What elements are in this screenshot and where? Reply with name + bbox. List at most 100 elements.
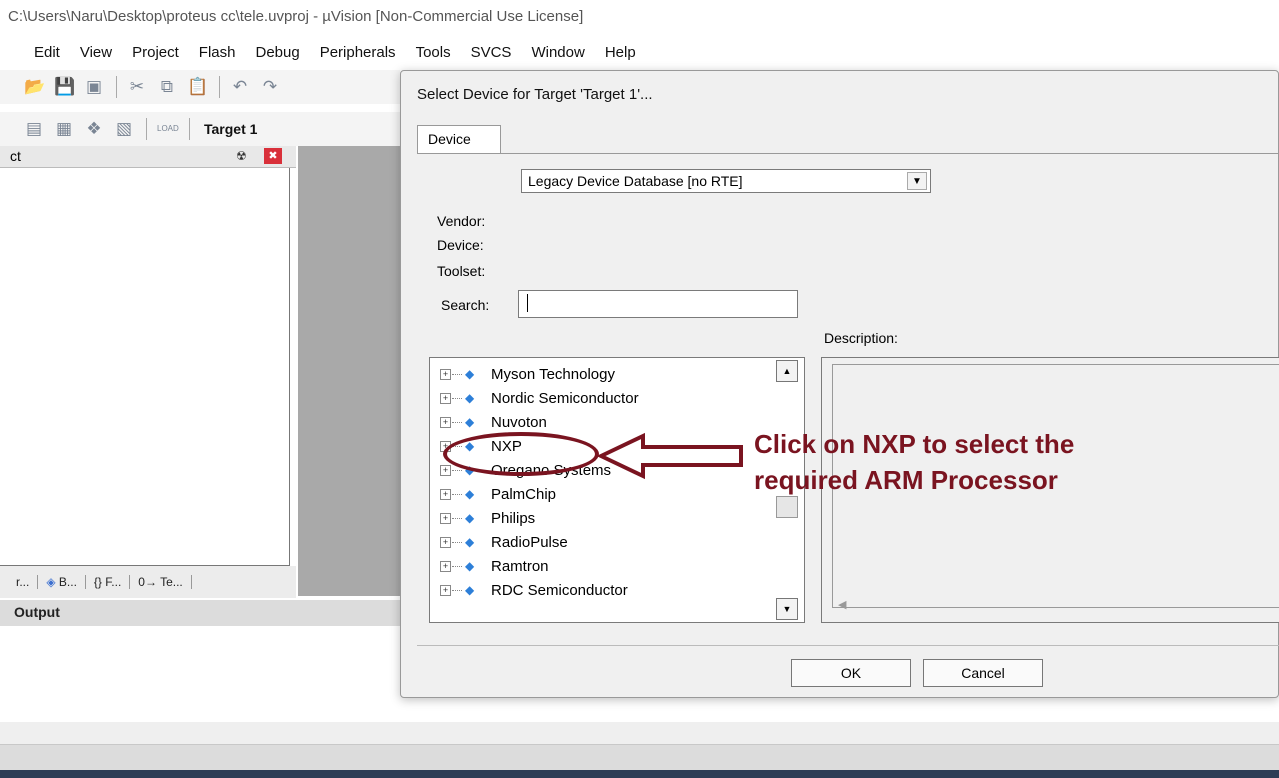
menu-svcs[interactable]: SVCS xyxy=(471,44,512,61)
menu-edit[interactable]: Edit xyxy=(34,44,60,61)
menu-help[interactable]: Help xyxy=(605,44,636,61)
vendor-label: RDC Semiconductor xyxy=(491,581,628,599)
tab-templates-label: Te... xyxy=(160,575,183,589)
annotation-line-1: Click on NXP to select the xyxy=(754,429,1075,459)
menu-project[interactable]: Project xyxy=(132,44,179,61)
project-pane-title: ct xyxy=(10,148,21,164)
vendor-tree[interactable]: + ◆ Myson Technology + ◆ Nordic Semiconducto… xyxy=(429,357,805,623)
project-pane-header: ct ☢ ✖ xyxy=(0,146,296,168)
chevron-down-icon[interactable]: ▼ xyxy=(907,172,927,190)
vendor-label: Nuvoton xyxy=(491,413,547,431)
button-separator xyxy=(417,645,1279,646)
chip-icon: ◆ xyxy=(465,559,475,573)
menu-flash[interactable]: Flash xyxy=(199,44,236,61)
tree-item-nuvoton[interactable]: + ◆ Nuvoton xyxy=(440,410,547,434)
tab-books-label: B... xyxy=(58,575,77,589)
expand-icon[interactable]: + xyxy=(440,464,451,476)
toolbar-separator xyxy=(116,76,117,98)
tree-item-radiopulse[interactable]: + ◆ RadioPulse xyxy=(440,530,568,554)
tree-item-rdc[interactable]: + ◆ RDC Semiconductor xyxy=(440,578,628,602)
chip-icon: ◆ xyxy=(465,487,475,501)
select-device-dialog: Select Device for Target 'Target 1'... D… xyxy=(400,70,1279,698)
close-icon[interactable]: ✖ xyxy=(264,148,282,164)
menu-tools[interactable]: Tools xyxy=(416,44,451,61)
toolset-label: Toolset: xyxy=(437,263,486,279)
load-icon[interactable]: LOAD xyxy=(157,119,179,139)
vendor-label: Vendor: xyxy=(437,213,486,229)
target-select[interactable]: Target 1 xyxy=(204,121,257,137)
chip-icon: ◆ xyxy=(465,583,475,597)
braces-icon: {} xyxy=(93,575,106,589)
save-icon[interactable]: 💾 xyxy=(54,77,75,97)
search-label: Search: xyxy=(441,297,490,313)
expand-icon[interactable]: + xyxy=(440,368,451,380)
search-input[interactable] xyxy=(518,290,798,318)
dialog-title: Select Device for Target 'Target 1'... xyxy=(417,86,653,103)
database-value: Legacy Device Database [no RTE] xyxy=(528,173,743,189)
database-select[interactable]: Legacy Device Database [no RTE] ▼ xyxy=(521,169,931,193)
annotation-text: Click on NXP to select the required ARM … xyxy=(754,426,1274,498)
ok-button[interactable]: OK xyxy=(791,659,911,687)
scroll-down-icon[interactable]: ▼ xyxy=(776,598,798,620)
menu-debug[interactable]: Debug xyxy=(255,44,299,61)
vendor-label: Myson Technology xyxy=(491,365,615,383)
scroll-up-icon[interactable]: ▲ xyxy=(776,360,798,382)
vendor-label: RadioPulse xyxy=(491,533,568,551)
expand-icon[interactable]: + xyxy=(440,560,451,572)
template-icon: 0→ xyxy=(138,575,161,589)
tree-item-philips[interactable]: + ◆ Philips xyxy=(440,506,535,530)
build-icon[interactable]: ▦ xyxy=(54,119,74,139)
expand-icon[interactable]: + xyxy=(440,416,451,428)
save-all-icon[interactable]: ▣ xyxy=(84,77,104,97)
redo-icon[interactable]: ↷ xyxy=(260,77,280,97)
copy-icon[interactable]: ⧉ xyxy=(157,77,177,97)
expand-icon[interactable]: + xyxy=(440,512,451,524)
chip-icon: ◆ xyxy=(465,511,475,525)
paste-icon[interactable]: 📋 xyxy=(187,77,208,97)
scroll-left-icon[interactable]: ◀ xyxy=(838,598,846,611)
tree-item-nordic[interactable]: + ◆ Nordic Semiconductor xyxy=(440,386,639,410)
description-label: Description: xyxy=(824,330,898,346)
cut-icon[interactable]: ✂ xyxy=(127,77,147,97)
tab-templates[interactable]: 0→ Te... xyxy=(130,575,192,589)
rebuild-icon[interactable]: ▧ xyxy=(114,119,134,139)
vendor-label: Nordic Semiconductor xyxy=(491,389,639,407)
project-pane xyxy=(0,168,290,566)
pin-icon[interactable]: ☢ xyxy=(236,149,247,163)
annotation-arrow-icon xyxy=(597,432,743,480)
editor-area xyxy=(298,146,402,596)
batch-build-icon[interactable]: ❖ xyxy=(84,119,104,139)
tab-functions[interactable]: {} F... xyxy=(86,575,131,589)
tab-books[interactable]: ◈ B... xyxy=(38,575,86,589)
toolbar-separator xyxy=(146,118,147,140)
expand-icon[interactable]: + xyxy=(440,584,451,596)
file-toolbar: 📂 💾 ▣ ✂ ⧉ 📋 ↶ ↷ xyxy=(0,70,400,104)
expand-icon[interactable]: + xyxy=(440,488,451,500)
expand-icon[interactable]: + xyxy=(440,392,451,404)
build-toolbar: ▤ ▦ ❖ ▧ LOAD Target 1 xyxy=(0,112,400,146)
chip-icon: ◆ xyxy=(465,535,475,549)
status-bar xyxy=(0,722,1279,744)
tree-item-palmchip[interactable]: + ◆ PalmChip xyxy=(440,482,556,506)
vendor-label: PalmChip xyxy=(491,485,557,503)
scrollbar-thumb[interactable] xyxy=(776,496,798,518)
tab-functions-label: F... xyxy=(105,575,122,589)
nxp-highlight-ellipse xyxy=(443,432,599,476)
tree-item-myson[interactable]: + ◆ Myson Technology xyxy=(440,362,615,386)
tree-item-ramtron[interactable]: + ◆ Ramtron xyxy=(440,554,549,578)
toolbar-separator xyxy=(219,76,220,98)
undo-icon[interactable]: ↶ xyxy=(230,77,250,97)
menu-peripherals[interactable]: Peripherals xyxy=(320,44,396,61)
expand-icon[interactable]: + xyxy=(440,536,451,548)
menu-window[interactable]: Window xyxy=(531,44,584,61)
menu-view[interactable]: View xyxy=(80,44,112,61)
open-folder-icon[interactable]: 📂 xyxy=(24,77,45,97)
project-tabs: r... ◈ B... {} F... 0→ Te... xyxy=(0,566,296,598)
window-title: C:\Users\Naru\Desktop\proteus cc\tele.uv… xyxy=(8,8,584,25)
tab-project[interactable]: r... xyxy=(8,575,39,589)
cancel-button[interactable]: Cancel xyxy=(923,659,1043,687)
chip-icon: ◆ xyxy=(465,415,475,429)
translate-icon[interactable]: ▤ xyxy=(24,119,44,139)
tab-device[interactable]: Device xyxy=(417,125,501,153)
output-pane-header: Output xyxy=(0,600,400,626)
